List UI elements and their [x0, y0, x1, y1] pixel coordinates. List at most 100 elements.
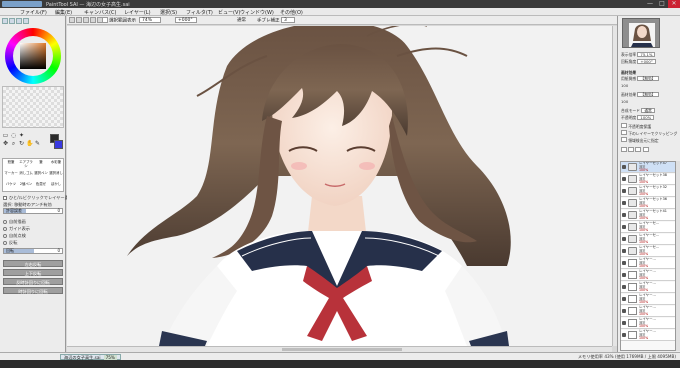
option-guide[interactable]: ガイド表示 — [3, 226, 30, 232]
merge-icon[interactable] — [635, 147, 642, 152]
layer-row[interactable]: レイヤーセ… 通常 100% — [621, 221, 675, 233]
scratchpad[interactable] — [2, 86, 64, 128]
new-folder-icon[interactable] — [628, 147, 635, 152]
layer-row[interactable]: レイヤーセ… 通常 100% — [621, 245, 675, 257]
tab-color-wheel[interactable] — [2, 18, 8, 24]
layer-row[interactable]: レイヤーセット32 通常 100% — [621, 185, 675, 197]
rotation-value[interactable]: +000° — [175, 17, 197, 23]
brush-watercolor[interactable]: 水彩筆 — [49, 160, 63, 171]
brush-airbrush[interactable]: エアブラシ — [19, 160, 33, 171]
invert-icon[interactable] — [90, 17, 96, 23]
layer-row[interactable]: レイヤー… 通常 100% — [621, 257, 675, 269]
color-wheel[interactable] — [5, 28, 61, 84]
rotate-ccw-button[interactable]: 反時計回りに回転 — [3, 278, 63, 285]
brush-binary-pen[interactable]: 2値ペン — [19, 182, 33, 193]
checkbox-icon[interactable] — [102, 17, 108, 23]
layer-row[interactable]: レイヤーセット38 通常 100% — [621, 173, 675, 185]
canvas-area[interactable] — [67, 26, 612, 346]
layer-row[interactable]: レイヤーセット36 通常 100% — [621, 197, 675, 209]
opacity-field[interactable]: 100% — [637, 115, 655, 120]
brush-eraser[interactable]: 消しゴム — [19, 171, 33, 182]
undo-icon[interactable] — [69, 17, 75, 23]
eye-icon[interactable] — [622, 201, 626, 205]
eye-icon[interactable] — [622, 321, 626, 325]
redo-icon[interactable] — [76, 17, 82, 23]
eye-icon[interactable] — [622, 213, 626, 217]
eye-icon[interactable] — [622, 177, 626, 181]
eye-icon[interactable] — [622, 285, 626, 289]
deselect-icon[interactable] — [83, 17, 89, 23]
layer-row[interactable]: レイヤー… 通常 100% — [621, 281, 675, 293]
radio-icon[interactable] — [3, 227, 7, 231]
texture-select[interactable]: 【無効】 — [637, 76, 659, 81]
zoom-select[interactable]: 74% — [139, 17, 161, 24]
option-invert[interactable]: 反転 — [3, 240, 17, 246]
layer-row[interactable]: レイヤーセット47 通常 100% — [621, 162, 675, 173]
checkbox-icon[interactable] — [621, 130, 627, 135]
eye-icon[interactable] — [622, 237, 626, 241]
option-check[interactable]: 自前点検 — [3, 233, 26, 239]
tolerance-slider[interactable]: 許容誤差 0 — [3, 208, 63, 214]
blend-select[interactable]: 通常 — [641, 108, 655, 113]
flip-vertical-button[interactable]: 上下反転 — [3, 269, 63, 276]
eyedropper-icon[interactable]: ✎ — [34, 140, 41, 147]
option-layer-pick[interactable]: ひと/ルビクリックでレイヤー選択 — [3, 195, 73, 201]
brush-marker[interactable]: マーカー — [4, 171, 18, 182]
maximize-button[interactable]: □ — [656, 0, 668, 8]
texture-strength[interactable]: 100 — [621, 83, 628, 88]
eye-icon[interactable] — [622, 189, 626, 193]
check-clipping[interactable]: 下のレイヤーでクリッピング — [621, 130, 677, 137]
menu-view[interactable]: ビュー(V) — [218, 9, 240, 16]
zoom-icon[interactable]: ⌕ — [10, 140, 17, 147]
hand-tool-icon[interactable]: ✋ — [26, 140, 33, 147]
menu-file[interactable]: ファイル(F) — [20, 9, 47, 16]
check-detect[interactable]: 領域検出元に指定 — [621, 137, 659, 144]
layer-row[interactable]: レイヤー… 通常 100% — [621, 269, 675, 281]
angle-field[interactable]: +000° — [637, 59, 656, 64]
eye-icon[interactable] — [622, 225, 626, 229]
brush-blur[interactable]: ぼかし — [49, 182, 63, 193]
secondary-color-swatch[interactable] — [54, 140, 63, 149]
menu-other[interactable]: その他(O) — [280, 9, 303, 16]
menu-select[interactable]: 選択(S) — [160, 9, 177, 16]
lasso-icon[interactable]: ◌ — [10, 132, 17, 139]
brush-select-eraser[interactable]: 選択消し — [49, 171, 63, 182]
rotation-select[interactable]: +000° — [175, 17, 197, 24]
horizontal-scroll-thumb[interactable] — [282, 348, 402, 351]
radio-icon[interactable] — [3, 220, 7, 224]
checkbox-icon[interactable] — [3, 196, 7, 200]
tab-swatch[interactable] — [23, 18, 29, 24]
eye-icon[interactable] — [622, 297, 626, 301]
zoom-value[interactable]: 74% — [139, 17, 161, 23]
layer-row[interactable]: レイヤーセ… 通常 100% — [621, 233, 675, 245]
eye-icon[interactable] — [622, 249, 626, 253]
menu-layer[interactable]: レイヤー(L) — [124, 9, 151, 16]
navigator-preview[interactable] — [622, 18, 660, 48]
saturation-value-square[interactable] — [20, 43, 46, 69]
brush-pencil[interactable]: 鉛筆 — [4, 160, 18, 171]
checkbox-icon[interactable] — [621, 137, 627, 142]
rotate-cw-button[interactable]: 時計回りに回転 — [3, 287, 63, 294]
layer-row[interactable]: レイヤー… 通常 100% — [621, 293, 675, 305]
menu-edit[interactable]: 編集(E) — [55, 9, 72, 16]
eye-icon[interactable] — [622, 165, 626, 169]
effect-select[interactable]: 【無効】 — [637, 92, 659, 97]
eye-icon[interactable] — [622, 333, 626, 337]
rotate-icon[interactable]: ↻ — [18, 140, 25, 147]
eye-icon[interactable] — [622, 261, 626, 265]
effect-strength[interactable]: 100 — [621, 99, 628, 104]
layer-row[interactable]: レイヤーセット41 通常 100% — [621, 209, 675, 221]
brush-brush[interactable]: 筆 — [34, 160, 48, 171]
menu-canvas[interactable]: キャンバス(C) — [84, 9, 116, 16]
minimize-button[interactable]: — — [644, 0, 656, 8]
layer-row[interactable]: レイヤー… 通常 100% — [621, 329, 675, 341]
tab-hsv[interactable] — [16, 18, 22, 24]
select-rect-icon[interactable]: ▭ — [2, 132, 9, 139]
layer-row[interactable]: レイヤー… 通常 100% — [621, 305, 675, 317]
magic-wand-icon[interactable]: ✦ — [18, 132, 25, 139]
brush-bucket[interactable]: バケツ — [4, 182, 18, 193]
selection-toggle[interactable]: 選択範囲表示 — [102, 17, 136, 24]
layer-row[interactable]: レイヤー… 通常 100% — [621, 317, 675, 329]
radio-icon[interactable] — [3, 234, 7, 238]
flip-horizontal-button[interactable]: 左右反転 — [3, 260, 63, 267]
